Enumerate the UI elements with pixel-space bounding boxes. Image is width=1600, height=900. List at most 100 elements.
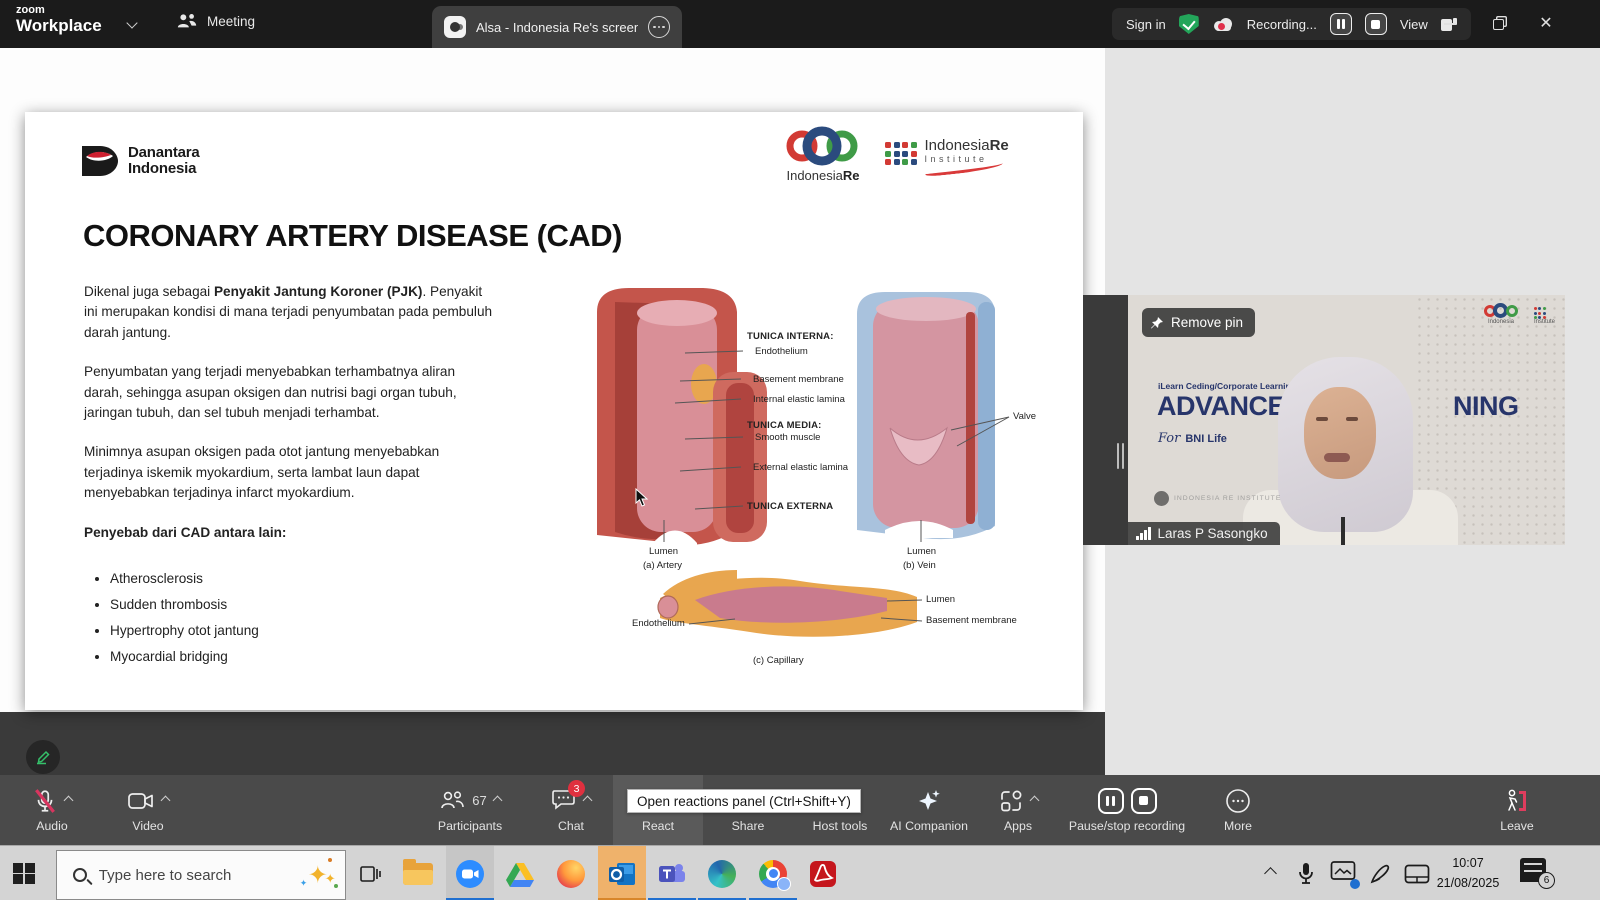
stop-recording-icon[interactable] <box>1131 788 1157 814</box>
video-watermark: INDONESIA RE INSTITUTE <box>1154 491 1281 506</box>
view-button-label[interactable]: View <box>1400 17 1428 32</box>
paragraph-1: Dikenal juga sebagai Penyakit Jantung Ko… <box>84 282 496 343</box>
audio-label: Audio <box>36 819 67 833</box>
tray-microphone[interactable] <box>1288 846 1324 900</box>
blood-vessel-diagram: TUNICA INTERNA: Endothelium Basement mem… <box>585 280 1063 685</box>
taskbar-search[interactable]: ✦✦✦ <box>56 850 346 900</box>
leave-button[interactable]: Leave <box>1472 775 1562 845</box>
participant-name-tag: Laras P Sasongko <box>1128 522 1280 545</box>
more-button[interactable]: More <box>1193 775 1283 845</box>
pause-recording-icon[interactable] <box>1098 788 1124 814</box>
label-internal-elastic-lamina: Internal elastic lamina <box>753 394 845 405</box>
restore-button[interactable] <box>1474 0 1522 48</box>
tray-pen-icon <box>1368 862 1392 886</box>
taskbar-firefox[interactable] <box>547 846 595 900</box>
start-button[interactable] <box>0 846 48 900</box>
video-options-chevron-icon[interactable] <box>161 796 171 806</box>
chrome-profile-badge <box>777 877 791 891</box>
label-external-elastic-lamina: External elastic lamina <box>753 462 848 473</box>
taskbar-chrome[interactable] <box>749 846 797 900</box>
audio-options-chevron-icon[interactable] <box>64 796 74 806</box>
label-endothelium: Endothelium <box>755 346 808 357</box>
indonesiare-logo: IndonesiaRe <box>785 126 861 183</box>
mouse-cursor-icon <box>635 488 650 508</box>
tray-clock[interactable]: 10:07 21/08/2025 <box>1428 853 1508 893</box>
audio-button[interactable]: Audio <box>7 775 97 845</box>
taskbar-zoom-app[interactable] <box>446 846 494 900</box>
ai-companion-sparkle-icon <box>915 787 943 815</box>
tab-shared-screen-label: Alsa - Indonesia Re's screen <box>476 20 638 35</box>
participants-button[interactable]: 67 Participants <box>415 775 525 845</box>
participants-options-chevron-icon[interactable] <box>492 796 502 806</box>
zoom-workplace-logo: zoom Workplace <box>16 5 102 34</box>
sign-in-button[interactable]: Sign in <box>1126 17 1166 32</box>
close-button[interactable]: ✕ <box>1522 0 1570 48</box>
paragraph-2: Penyumbatan yang terjadi menyebabkan ter… <box>84 362 496 423</box>
remove-pin-label: Remove pin <box>1171 315 1243 330</box>
label-capillary-lumen: Lumen <box>926 594 955 605</box>
ai-companion-label: AI Companion <box>890 819 968 833</box>
divider-drag-handle[interactable] <box>1117 443 1124 469</box>
annotate-button[interactable] <box>26 740 60 774</box>
tray-pen[interactable] <box>1362 846 1398 900</box>
ai-companion-button[interactable]: AI Companion <box>874 775 984 845</box>
minimize-button[interactable] <box>1426 0 1474 48</box>
taskbar-file-explorer[interactable] <box>394 846 442 900</box>
react-label: React <box>642 819 674 833</box>
acrobat-icon <box>809 860 837 888</box>
connection-signal-icon <box>1136 527 1151 540</box>
apps-button[interactable]: Apps <box>973 775 1063 845</box>
mini-indonesiare-label: Indonesia <box>1484 319 1518 325</box>
person-mouth <box>1324 453 1350 462</box>
taskbar-edge[interactable] <box>698 846 746 900</box>
chat-options-chevron-icon[interactable] <box>583 796 593 806</box>
search-icon <box>73 868 87 882</box>
task-view-button[interactable] <box>348 846 392 900</box>
indonesiare-re-text: Re <box>843 168 860 183</box>
caption-vein: (b) Vein <box>903 560 936 571</box>
taskbar-google-drive[interactable] <box>496 846 544 900</box>
danantara-logo-icon <box>80 144 120 178</box>
tab-options-icon[interactable] <box>648 16 670 38</box>
taskbar-teams[interactable] <box>648 846 696 900</box>
chevron-down-icon[interactable] <box>126 17 137 28</box>
share-label: Share <box>732 819 765 833</box>
caption-capillary: (c) Capillary <box>753 655 804 666</box>
clock-time: 10:07 <box>1428 853 1508 873</box>
tray-screenshot[interactable] <box>1324 846 1362 900</box>
tray-expand-button[interactable] <box>1252 846 1288 900</box>
presentation-slide: Danantara Indonesia IndonesiaRe Indonesi… <box>25 112 1083 710</box>
camera-icon <box>127 790 155 812</box>
apps-options-chevron-icon[interactable] <box>1030 796 1040 806</box>
chat-button[interactable]: 3 Chat <box>526 775 616 845</box>
security-shield-icon[interactable] <box>1179 14 1199 34</box>
pause-recording-button[interactable] <box>1330 13 1352 35</box>
notification-center-button[interactable]: 6 <box>1520 858 1546 882</box>
tab-shared-screen[interactable]: Alsa - Indonesia Re's screen <box>432 6 682 48</box>
indonesiare-text: Indonesia <box>786 168 842 183</box>
people-icon <box>176 12 198 30</box>
institute-brand-re: Re <box>990 137 1009 154</box>
institute-brand-text: Indonesia <box>925 137 990 154</box>
paragraph-3: Minimnya asupan oksigen pada otot jantun… <box>84 442 496 503</box>
pinned-video-tile[interactable]: Indonesia Institute iLearn Ceding/Corpor… <box>1128 295 1565 545</box>
copilot-sparkle-icon[interactable]: ✦✦✦ <box>298 860 337 890</box>
remove-pin-button[interactable]: Remove pin <box>1142 308 1255 337</box>
pause-stop-recording-button[interactable]: Pause/stop recording <box>1062 775 1192 845</box>
tray-mic-icon <box>1297 862 1315 886</box>
taskbar-outlook[interactable] <box>598 846 646 900</box>
leave-label: Leave <box>1500 819 1534 833</box>
presentation-bottom-band <box>0 712 1105 775</box>
list-item: Sudden thrombosis <box>110 595 496 615</box>
mic-cable <box>1341 517 1345 545</box>
pin-icon <box>1150 316 1164 330</box>
mini-institute-label: Institute <box>1534 319 1555 325</box>
titlebar-controls: Sign in Recording... View <box>1112 8 1471 40</box>
search-input[interactable] <box>99 867 298 884</box>
stop-recording-button[interactable] <box>1365 13 1387 35</box>
video-button[interactable]: Video <box>103 775 193 845</box>
person-face <box>1304 387 1376 479</box>
video-slide-logos: Indonesia Institute <box>1484 303 1555 325</box>
taskbar-acrobat[interactable] <box>799 846 847 900</box>
tab-meeting[interactable]: Meeting <box>176 12 255 30</box>
